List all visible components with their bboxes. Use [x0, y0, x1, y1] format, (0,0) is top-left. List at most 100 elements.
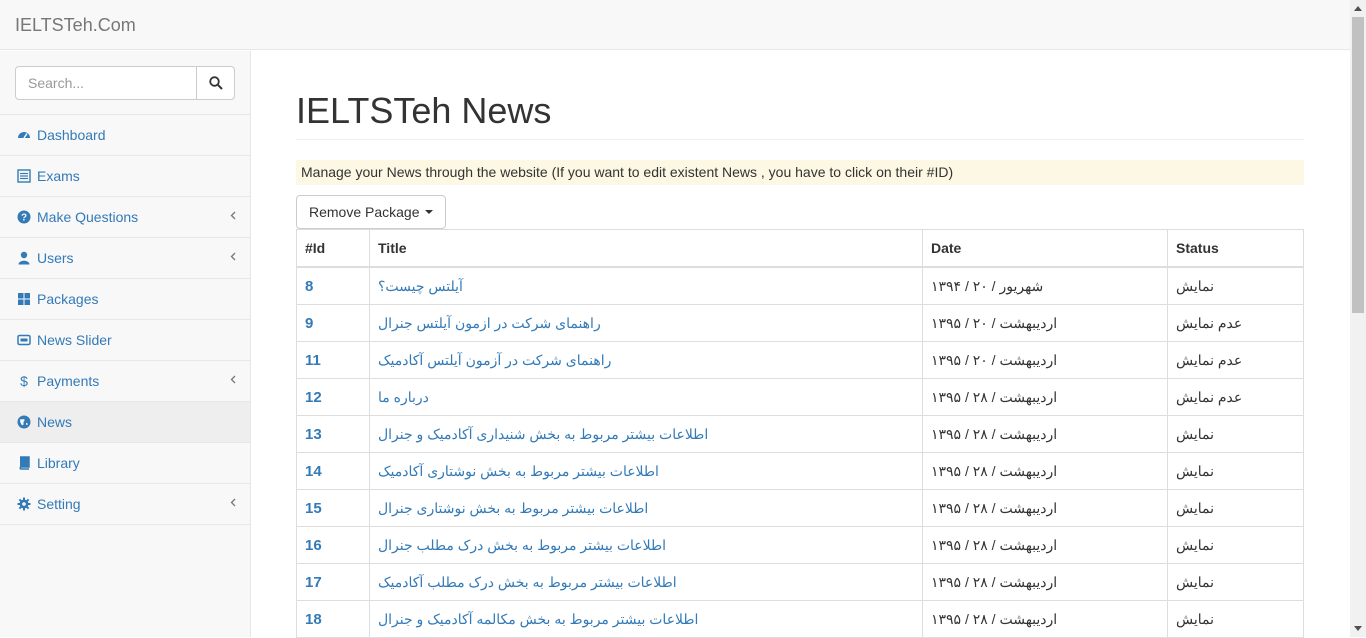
- sidebar-item-label: Setting: [37, 496, 81, 512]
- sidebar-item-label: Dashboard: [37, 127, 106, 143]
- sidebar-item-setting[interactable]: Setting: [0, 484, 250, 525]
- news-date: اردیبهشت / ۲۸ / ۱۳۹۵: [931, 610, 1058, 627]
- news-date: اردیبهشت / ۲۸ / ۱۳۹۵: [931, 388, 1058, 405]
- scroll-down-arrow-icon[interactable]: [1350, 620, 1366, 637]
- news-status: نمایش: [1176, 610, 1215, 627]
- table-cell-id: 14: [296, 452, 370, 490]
- news-title-link[interactable]: راهنمای شرکت در ازمون آیلتس جنرال: [378, 315, 601, 331]
- sidebar-item-exams[interactable]: Exams: [0, 156, 250, 197]
- news-date: اردیبهشت / ۲۸ / ۱۳۹۵: [931, 462, 1058, 479]
- table-cell-date: اردیبهشت / ۲۸ / ۱۳۹۵: [922, 452, 1168, 490]
- news-id-link[interactable]: 11: [305, 352, 321, 369]
- sidebar-item-label: News Slider: [37, 332, 112, 348]
- table-row: 14 اطلاعات بیشتر مربوط به بخش نوشتاری آکا…: [296, 452, 1304, 490]
- news-id-link[interactable]: 13: [305, 426, 322, 443]
- sidebar-item-label: News: [37, 414, 73, 430]
- news-title-link[interactable]: اطلاعات بیشتر مربوط به بخش شنیداری آکادم…: [378, 426, 708, 442]
- news-title-link[interactable]: اطلاعات بیشتر مربوط به بخش نوشتاری آکادم…: [378, 463, 659, 479]
- table-cell-title: اطلاعات بیشتر مربوط به بخش نوشتاری جنرال: [369, 489, 923, 527]
- news-status: نمایش: [1176, 462, 1215, 479]
- table-cell-status: عدم نمایش: [1167, 378, 1304, 416]
- header-date: Date: [922, 229, 1168, 268]
- sidebar-menu: Dashboard Exams? Make Questions Users Packag…: [0, 115, 250, 525]
- news-id-link[interactable]: 16: [305, 537, 322, 554]
- scrollbar-thumb[interactable]: [1352, 17, 1364, 313]
- sidebar-item-library[interactable]: Library: [0, 443, 250, 484]
- sidebar-item-users[interactable]: Users: [0, 238, 250, 279]
- table-cell-id: 12: [296, 378, 370, 416]
- sidebar-item-make-questions[interactable]: ? Make Questions: [0, 197, 250, 238]
- news-date: اردیبهشت / ۲۰ / ۱۳۹۵: [931, 314, 1058, 331]
- table-cell-status: نمایش: [1167, 415, 1304, 453]
- remove-package-dropdown[interactable]: Remove Package: [296, 195, 446, 229]
- sidebar-item-label: Make Questions: [37, 209, 139, 225]
- table-row: 8 آیلتس چیست؟ شهریور / ۲۰ / ۱۳۹۴ نمایش: [296, 266, 1304, 305]
- main-content: IELTSTeh News Manage your News through t…: [251, 51, 1350, 638]
- news-title-link[interactable]: راهنمای شرکت در آزمون آیلتس آکادمیک: [378, 352, 611, 368]
- sidebar-item-dashboard[interactable]: Dashboard: [0, 115, 250, 156]
- table-row: 13 اطلاعات بیشتر مربوط به بخش شنیداری آکا…: [296, 415, 1304, 453]
- sidebar-item-news-slider[interactable]: News Slider: [0, 320, 250, 361]
- table-row: 16 اطلاعات بیشتر مربوط به بخش درک مطلب جن…: [296, 526, 1304, 564]
- news-date: اردیبهشت / ۲۰ / ۱۳۹۵: [931, 351, 1058, 368]
- news-title-link[interactable]: اطلاعات بیشتر مربوط به بخش مکالمه آکادمی…: [378, 611, 698, 627]
- page-scrollbar[interactable]: [1350, 0, 1366, 637]
- news-id-link[interactable]: 18: [305, 611, 322, 628]
- sidebar-item-payments[interactable]: $ Payments: [0, 361, 250, 402]
- slider-icon: [17, 333, 31, 347]
- news-table: #Id Title Date Status 8 آیلتس چیست؟ شهریور…: [296, 229, 1304, 638]
- sidebar-item-news[interactable]: News: [0, 402, 250, 443]
- news-id-link[interactable]: 14: [305, 463, 322, 480]
- grid-icon: [17, 292, 31, 306]
- sidebar-item-label: Library: [37, 455, 80, 471]
- news-date: اردیبهشت / ۲۸ / ۱۳۹۵: [931, 425, 1058, 442]
- news-id-link[interactable]: 9: [305, 315, 313, 332]
- scroll-up-arrow-icon[interactable]: [1350, 0, 1366, 17]
- svg-text:$: $: [20, 374, 28, 388]
- table-cell-title: اطلاعات بیشتر مربوط به بخش درک مطلب جنرا…: [369, 526, 923, 564]
- brand-link[interactable]: IELTSTeh.Com: [15, 15, 136, 35]
- news-title-link[interactable]: اطلاعات بیشتر مربوط به بخش نوشتاری جنرال: [378, 500, 648, 516]
- news-id-link[interactable]: 12: [305, 389, 322, 406]
- table-cell-status: نمایش: [1167, 563, 1304, 601]
- header-status: Status: [1167, 229, 1304, 268]
- header-id: #Id: [296, 229, 370, 268]
- news-title-link[interactable]: آیلتس چیست؟: [378, 278, 463, 294]
- svg-text:?: ?: [21, 213, 27, 224]
- list-icon: [17, 169, 31, 183]
- search-input[interactable]: [15, 66, 197, 100]
- news-title-link[interactable]: اطلاعات بیشتر مربوط به بخش درک مطلب آکاد…: [378, 574, 677, 590]
- table-cell-date: اردیبهشت / ۲۸ / ۱۳۹۵: [922, 600, 1168, 638]
- news-status: عدم نمایش: [1176, 388, 1243, 405]
- chevron-left-icon: [230, 250, 236, 264]
- sidebar-search: [0, 51, 250, 115]
- table-header-row: #Id Title Date Status: [296, 229, 1304, 268]
- question-icon: ?: [17, 210, 31, 224]
- news-id-link[interactable]: 8: [305, 278, 313, 295]
- sidebar: Dashboard Exams? Make Questions Users Packag…: [0, 51, 251, 637]
- chevron-left-icon: [230, 209, 236, 223]
- page-title: IELTSTeh News: [296, 91, 1304, 140]
- table-cell-id: 16: [296, 526, 370, 564]
- table-cell-date: اردیبهشت / ۲۸ / ۱۳۹۵: [922, 378, 1168, 416]
- table-cell-date: اردیبهشت / ۲۸ / ۱۳۹۵: [922, 526, 1168, 564]
- search-button[interactable]: [196, 66, 235, 100]
- news-id-link[interactable]: 15: [305, 500, 322, 517]
- news-date: شهریور / ۲۰ / ۱۳۹۴: [931, 277, 1044, 294]
- news-title-link[interactable]: اطلاعات بیشتر مربوط به بخش درک مطلب جنرا…: [378, 537, 666, 553]
- news-status: نمایش: [1176, 425, 1215, 442]
- sidebar-item-packages[interactable]: Packages: [0, 279, 250, 320]
- table-row: 12 درباره ما اردیبهشت / ۲۸ / ۱۳۹۵ عدم نمایش: [296, 378, 1304, 416]
- info-notice: Manage your News through the website (If…: [296, 160, 1304, 185]
- sidebar-item-label: Packages: [37, 291, 99, 307]
- table-cell-id: 17: [296, 563, 370, 601]
- sidebar-item-label: Users: [37, 250, 74, 266]
- table-cell-status: نمایش: [1167, 452, 1304, 490]
- news-title-link[interactable]: درباره ما: [378, 389, 429, 405]
- news-id-link[interactable]: 17: [305, 574, 322, 591]
- table-cell-date: اردیبهشت / ۲۸ / ۱۳۹۵: [922, 563, 1168, 601]
- header-title: Title: [369, 229, 923, 268]
- table-cell-title: اطلاعات بیشتر مربوط به بخش نوشتاری آکادم…: [369, 452, 923, 490]
- table-cell-title: اطلاعات بیشتر مربوط به بخش درک مطلب آکاد…: [369, 563, 923, 601]
- table-cell-id: 13: [296, 415, 370, 453]
